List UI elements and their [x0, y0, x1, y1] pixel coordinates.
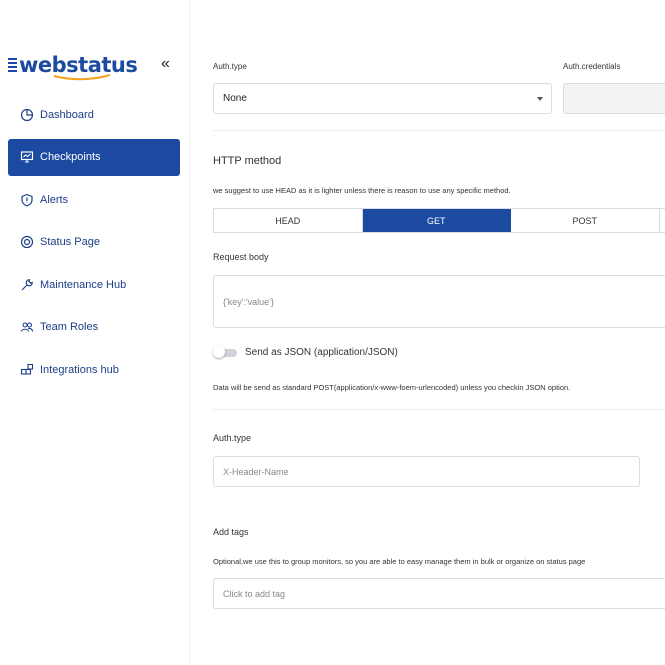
sidebar-item-alerts[interactable]: Alerts	[8, 181, 180, 218]
logo-swoosh-icon	[53, 74, 111, 81]
auth-type-label: Auth.type	[213, 62, 247, 71]
request-body-label: Request body	[213, 252, 269, 262]
sidebar-item-label: Maintenance Hub	[40, 278, 127, 291]
sidebar-item-integrations-hub[interactable]: Integrations hub	[8, 352, 180, 389]
monitor-icon	[20, 150, 34, 164]
divider	[213, 130, 665, 131]
add-tags-hint: Optional,we use this to group monitors, …	[213, 557, 586, 566]
add-tag-input[interactable]: Click to add tag	[213, 578, 665, 609]
json-note: Data will be send as standard POST(appli…	[213, 383, 571, 392]
auth-credentials-input[interactable]	[563, 83, 665, 114]
send-as-json-label: Send as JSON (application/JSON)	[245, 347, 398, 358]
method-get-button[interactable]: GET	[362, 209, 511, 232]
request-body-placeholder: {'key':'value'}	[223, 297, 274, 307]
method-post-button[interactable]: POST	[511, 209, 660, 232]
sidebar-item-label: Team Roles	[40, 321, 99, 334]
sidebar-item-label: Alerts	[40, 193, 69, 206]
dashboard-icon	[20, 108, 34, 122]
http-method-title: HTTP method	[213, 155, 282, 167]
auth-type-select[interactable]: None	[213, 83, 552, 114]
sidebar-item-team-roles[interactable]: Team Roles	[8, 309, 180, 346]
caret-down-icon	[537, 97, 543, 101]
sidebar-item-label: Status Page	[40, 236, 100, 249]
checkpoint-form: Auth.type Auth.credentials None HTTP met…	[213, 0, 665, 665]
sidebar-item-dashboard[interactable]: Dashboard	[8, 96, 180, 133]
wrench-icon	[20, 278, 34, 292]
status-icon	[20, 235, 34, 249]
header-name-placeholder: X-Header-Name	[223, 466, 289, 477]
request-body-textarea[interactable]: {'key':'value'}	[213, 275, 665, 328]
method-head-button[interactable]: HEAD	[214, 209, 363, 232]
sidebar-item-status-page[interactable]: Status Page	[8, 224, 180, 261]
logo-bars-icon	[8, 57, 17, 73]
send-as-json-toggle[interactable]	[213, 346, 237, 358]
add-tag-placeholder: Click to add tag	[223, 588, 286, 599]
shield-icon	[20, 193, 34, 207]
sidebar-item-label: Integrations hub	[40, 364, 119, 377]
sidebar-item-maintenance-hub[interactable]: Maintenance Hub	[8, 266, 180, 303]
integrations-icon	[20, 363, 34, 377]
auth-header-label: Auth.type	[213, 433, 252, 443]
collapse-sidebar-button[interactable]: «	[161, 55, 170, 73]
toggle-knob	[213, 346, 225, 358]
divider	[213, 409, 665, 410]
webstatus-logo[interactable]: webstatus	[8, 52, 138, 81]
http-method-selector: HEAD GET POST	[213, 208, 665, 233]
sidebar-item-label: Checkpoints	[40, 151, 101, 164]
team-icon	[20, 320, 34, 334]
sidebar: webstatus « Dashboard Checkpoints Alerts	[0, 0, 190, 665]
sidebar-item-label: Dashboard	[40, 108, 94, 121]
sidebar-item-checkpoints[interactable]: Checkpoints	[8, 138, 180, 176]
header-name-input[interactable]: X-Header-Name	[213, 456, 640, 487]
auth-credentials-label: Auth.credentials	[563, 62, 621, 71]
auth-type-value: None	[223, 93, 247, 104]
add-tags-label: Add tags	[213, 527, 249, 537]
sidebar-nav: Dashboard Checkpoints Alerts Status Page…	[8, 96, 180, 394]
http-method-hint: we suggest to use HEAD as it is lighter …	[213, 186, 511, 195]
